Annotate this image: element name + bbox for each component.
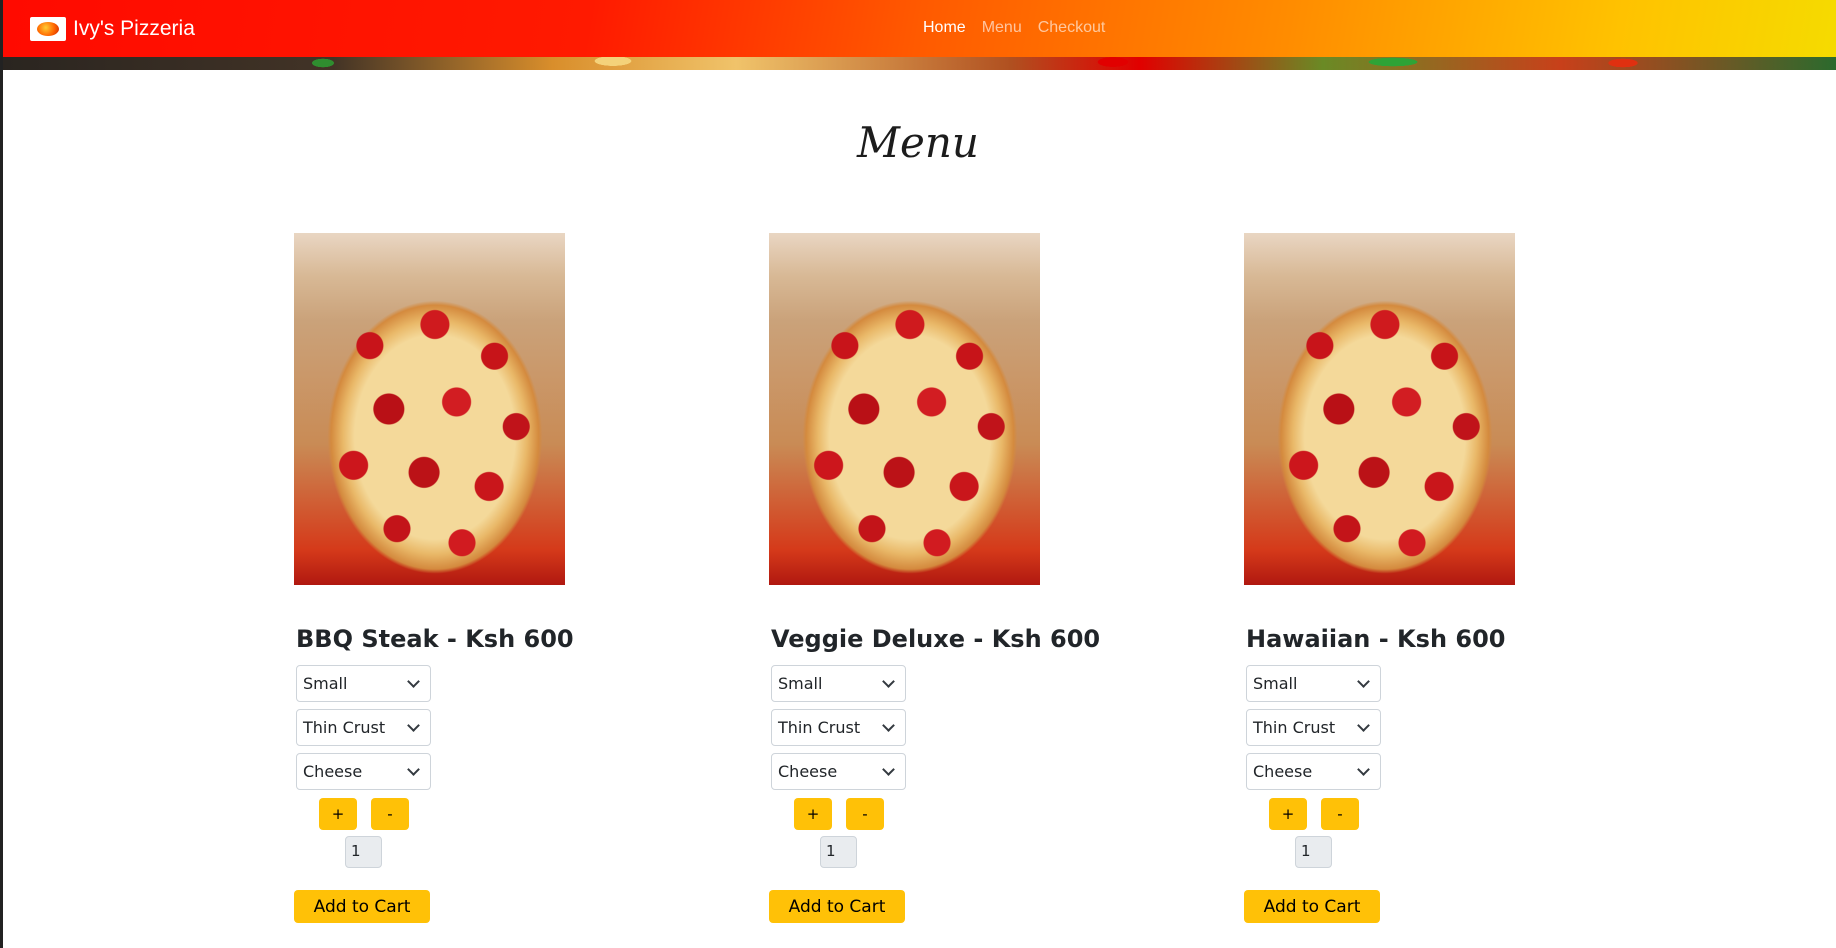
chevron-down-icon [1357, 763, 1370, 776]
topping-select[interactable]: Cheese [771, 753, 906, 790]
topping-select[interactable]: Cheese [1246, 753, 1381, 790]
pizza-image [294, 233, 565, 585]
brand-link[interactable]: Ivy's Pizzeria [30, 17, 195, 41]
size-select-value: Small [303, 674, 348, 693]
increment-button[interactable]: + [319, 798, 357, 830]
chevron-down-icon [882, 763, 895, 776]
crust-select[interactable]: Thin Crust [296, 709, 431, 746]
size-select-value: Small [1253, 674, 1298, 693]
chevron-down-icon [882, 719, 895, 732]
crust-select[interactable]: Thin Crust [1246, 709, 1381, 746]
add-to-cart-button[interactable]: Add to Cart [769, 890, 905, 923]
quantity-input[interactable]: 1 [1295, 836, 1332, 868]
decrement-button[interactable]: - [371, 798, 409, 830]
decrement-button[interactable]: - [1321, 798, 1359, 830]
product-card: Veggie Deluxe - Ksh 600 Small Thin Crust… [769, 233, 1101, 923]
product-card: BBQ Steak - Ksh 600 Small Thin Crust Che… [294, 233, 574, 923]
nav-links: Home Menu Checkout [923, 19, 1105, 37]
quantity-input[interactable]: 1 [820, 836, 857, 868]
add-to-cart-button[interactable]: Add to Cart [1244, 890, 1380, 923]
pizza-image [1244, 233, 1515, 585]
product-title: Veggie Deluxe - Ksh 600 [771, 625, 1101, 653]
chevron-down-icon [1357, 719, 1370, 732]
quantity-input[interactable]: 1 [345, 836, 382, 868]
increment-button[interactable]: + [1269, 798, 1307, 830]
product-title: Hawaiian - Ksh 600 [1246, 625, 1506, 653]
increment-button[interactable]: + [794, 798, 832, 830]
product-card: Hawaiian - Ksh 600 Small Thin Crust Chee… [1244, 233, 1524, 923]
chevron-down-icon [407, 763, 420, 776]
topping-select[interactable]: Cheese [296, 753, 431, 790]
topping-select-value: Cheese [778, 762, 838, 781]
chevron-down-icon [407, 675, 420, 688]
crust-select[interactable]: Thin Crust [771, 709, 906, 746]
nav-link-menu[interactable]: Menu [982, 19, 1022, 37]
size-select[interactable]: Small [1246, 665, 1381, 702]
chevron-down-icon [407, 719, 420, 732]
topping-select-value: Cheese [303, 762, 363, 781]
nav-link-checkout[interactable]: Checkout [1038, 19, 1106, 37]
page-title: Menu [857, 118, 979, 167]
brand-name: Ivy's Pizzeria [73, 17, 195, 40]
pizza-logo-icon [30, 17, 66, 41]
chevron-down-icon [1357, 675, 1370, 688]
chevron-down-icon [882, 675, 895, 688]
decrement-button[interactable]: - [846, 798, 884, 830]
nav-link-home[interactable]: Home [923, 19, 966, 37]
pizza-image [769, 233, 1040, 585]
size-select[interactable]: Small [771, 665, 906, 702]
size-select[interactable]: Small [296, 665, 431, 702]
add-to-cart-button[interactable]: Add to Cart [294, 890, 430, 923]
size-select-value: Small [778, 674, 823, 693]
product-title: BBQ Steak - Ksh 600 [296, 625, 574, 653]
crust-select-value: Thin Crust [1253, 718, 1336, 737]
topping-select-value: Cheese [1253, 762, 1313, 781]
crust-select-value: Thin Crust [303, 718, 386, 737]
navbar: Ivy's Pizzeria Home Menu Checkout [3, 0, 1836, 57]
crust-select-value: Thin Crust [778, 718, 861, 737]
hero-banner-image [3, 57, 1836, 70]
